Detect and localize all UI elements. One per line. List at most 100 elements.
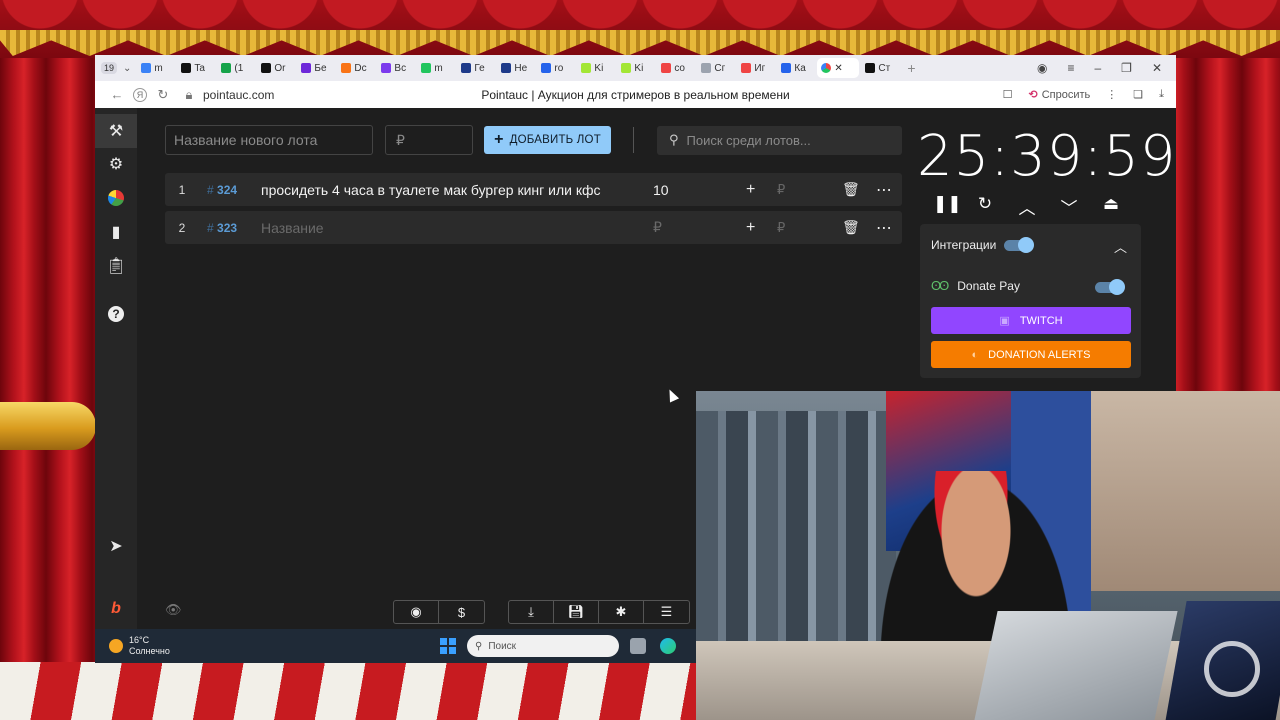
settings-gear-icon[interactable]: ⚙ xyxy=(95,147,137,181)
rub-input[interactable]: ₽ xyxy=(777,220,785,236)
yandex-icon[interactable]: Я xyxy=(133,87,147,102)
profile-icon[interactable]: ◉ xyxy=(1037,61,1047,75)
github-icon[interactable]: ◉ xyxy=(394,601,439,623)
browser-tab[interactable]: Dc xyxy=(337,58,375,78)
more-horiz-icon[interactable]: ⋯ xyxy=(876,218,892,238)
browser-tab[interactable]: Ki xyxy=(617,58,655,78)
integrations-panel: Интеграции ︿ ʘʘ Donate Pay ▣ TWITCH ◐ DO… xyxy=(920,224,1141,378)
tab-favicon-icon xyxy=(501,63,512,73)
task-view-icon[interactable] xyxy=(630,638,646,654)
tab-count-badge[interactable]: 19 xyxy=(101,62,118,74)
pause-icon[interactable]: ❚❚ xyxy=(933,194,962,219)
lot-name[interactable]: просидеть 4 часа в туалете мак бургер ки… xyxy=(261,182,653,198)
divider xyxy=(633,127,634,153)
donate-dollar-icon[interactable]: $ xyxy=(439,601,484,623)
browser-tab[interactable]: Or xyxy=(257,58,295,78)
tab-label: Вс xyxy=(394,62,407,74)
ask-button[interactable]: ⟲ Спросить xyxy=(1028,88,1090,102)
delete-icon[interactable]: 🗑︎ xyxy=(842,219,860,236)
wheel-pie-icon[interactable] xyxy=(95,181,137,215)
taskbar-search[interactable]: ⚲ Поиск xyxy=(467,635,619,657)
browser-tab[interactable]: co xyxy=(657,58,695,78)
bookmark-icon[interactable]: ☐ xyxy=(1003,88,1013,101)
tab-favicon-icon xyxy=(661,63,672,73)
telegram-icon[interactable]: ➤ xyxy=(95,529,137,563)
browser-tab[interactable]: Сг xyxy=(697,58,735,78)
chevron-up-icon[interactable]: ︿ xyxy=(1114,237,1127,256)
tab-favicon-icon xyxy=(541,63,552,73)
help-icon[interactable]: ? xyxy=(95,297,137,331)
chevron-down-icon[interactable]: ﹀ xyxy=(1059,194,1079,219)
tab-last[interactable]: Ст xyxy=(861,58,901,78)
browser-tab[interactable]: m xyxy=(137,58,175,78)
url-text[interactable]: pointauc.com xyxy=(203,88,274,102)
rub-input[interactable]: ₽ xyxy=(777,182,785,198)
browser-tab[interactable]: Вс xyxy=(377,58,415,78)
chevron-up-icon[interactable]: ︿ xyxy=(1017,194,1037,219)
download-icon[interactable]: ⤓ xyxy=(509,601,554,623)
weather-widget[interactable]: 16°C Солнечно xyxy=(109,635,170,657)
eye-icon[interactable]: 👁︎ xyxy=(165,602,182,618)
tab-favicon-icon xyxy=(621,63,632,73)
more-horiz-icon[interactable]: ⋯ xyxy=(876,180,892,200)
download-icon[interactable]: ⤓ xyxy=(1159,88,1164,101)
browser-tab[interactable]: Не xyxy=(497,58,535,78)
browser-tab[interactable]: (1 xyxy=(217,58,255,78)
auction-timer: 25:39:59 xyxy=(917,124,1176,189)
lot-search[interactable]: ⚲ xyxy=(657,125,902,155)
statistics-bar-chart-icon[interactable]: ▮ xyxy=(95,215,137,249)
maximize-icon[interactable]: ❐ xyxy=(1121,61,1132,75)
lot-amount[interactable]: 10 xyxy=(653,182,723,198)
tab-favicon-icon xyxy=(581,63,592,73)
new-tab-icon[interactable]: + xyxy=(907,60,915,76)
browser-tab[interactable]: Ta xyxy=(177,58,215,78)
edge-icon[interactable] xyxy=(660,638,676,654)
tab-favicon-icon xyxy=(741,63,752,73)
close-window-icon[interactable]: ✕ xyxy=(1152,61,1162,75)
auction-gavel-icon[interactable]: ⚒ xyxy=(95,114,137,148)
clear-list-icon[interactable]: ☰ xyxy=(644,601,689,623)
save-icon[interactable]: 💾︎ xyxy=(554,601,599,623)
browser-tab[interactable]: Ki xyxy=(577,58,615,78)
tab-label: Бе xyxy=(314,62,327,74)
tab-label: Ki xyxy=(634,62,644,74)
close-tab-icon[interactable]: ✕ xyxy=(834,63,842,74)
more-vert-icon[interactable]: ⋮ xyxy=(1106,88,1117,101)
lot-name[interactable]: Название xyxy=(261,220,653,236)
browser-tab[interactable]: Ка xyxy=(777,58,815,78)
tools-button-group: ⤓ 💾︎ ✱ ☰ xyxy=(508,600,690,624)
lot-amount[interactable]: ₽ xyxy=(653,219,723,236)
add-amount-icon[interactable]: + xyxy=(746,219,755,237)
donation-alerts-button[interactable]: ◐ DONATION ALERTS xyxy=(931,341,1131,368)
new-lot-name-input[interactable] xyxy=(165,125,373,155)
browser-tab[interactable]: Ге xyxy=(457,58,495,78)
bug-icon[interactable]: ✱ xyxy=(599,601,644,623)
tab-active[interactable]: ✕ xyxy=(817,58,860,78)
browser-tab[interactable]: Бе xyxy=(297,58,335,78)
integrations-toggle[interactable] xyxy=(1004,236,1035,253)
add-amount-icon[interactable]: + xyxy=(746,181,755,199)
windows-start-icon[interactable] xyxy=(440,638,456,654)
donate-pay-toggle[interactable] xyxy=(1095,279,1125,295)
clipboard-icon[interactable]: 📋︎ xyxy=(95,249,137,283)
twitch-button[interactable]: ▣ TWITCH xyxy=(931,307,1131,334)
back-icon[interactable]: ← xyxy=(107,87,127,102)
eject-icon[interactable]: ⏏ xyxy=(1101,194,1121,219)
tab-favicon-icon xyxy=(781,63,792,73)
extensions-icon[interactable]: ❏ xyxy=(1133,88,1143,101)
tab-favicon-icon xyxy=(865,63,876,73)
chevron-down-icon[interactable]: ⌄ xyxy=(123,63,131,74)
reset-icon[interactable]: ↻ xyxy=(975,194,995,219)
new-lot-price-input[interactable] xyxy=(385,125,473,155)
lot-search-input[interactable] xyxy=(686,132,887,148)
reload-icon[interactable]: ↻ xyxy=(153,87,173,103)
menu-icon[interactable]: ≡ xyxy=(1067,61,1074,75)
lot-index: 2 xyxy=(178,220,186,235)
minimize-icon[interactable]: – xyxy=(1094,61,1101,75)
browser-tab[interactable]: m xyxy=(417,58,455,78)
browser-tab[interactable]: Иг xyxy=(737,58,775,78)
browser-tab[interactable]: ro xyxy=(537,58,575,78)
tab-bar: 19 ⌄ m Ta (1 Or Бе Dc Вс m Ге Не ro Ki Ki co Сг Иг Ка ✕ … xyxy=(95,55,1176,81)
add-lot-button[interactable]: + ДОБАВИТЬ ЛОТ xyxy=(484,126,611,154)
delete-icon[interactable]: 🗑︎ xyxy=(842,181,860,198)
